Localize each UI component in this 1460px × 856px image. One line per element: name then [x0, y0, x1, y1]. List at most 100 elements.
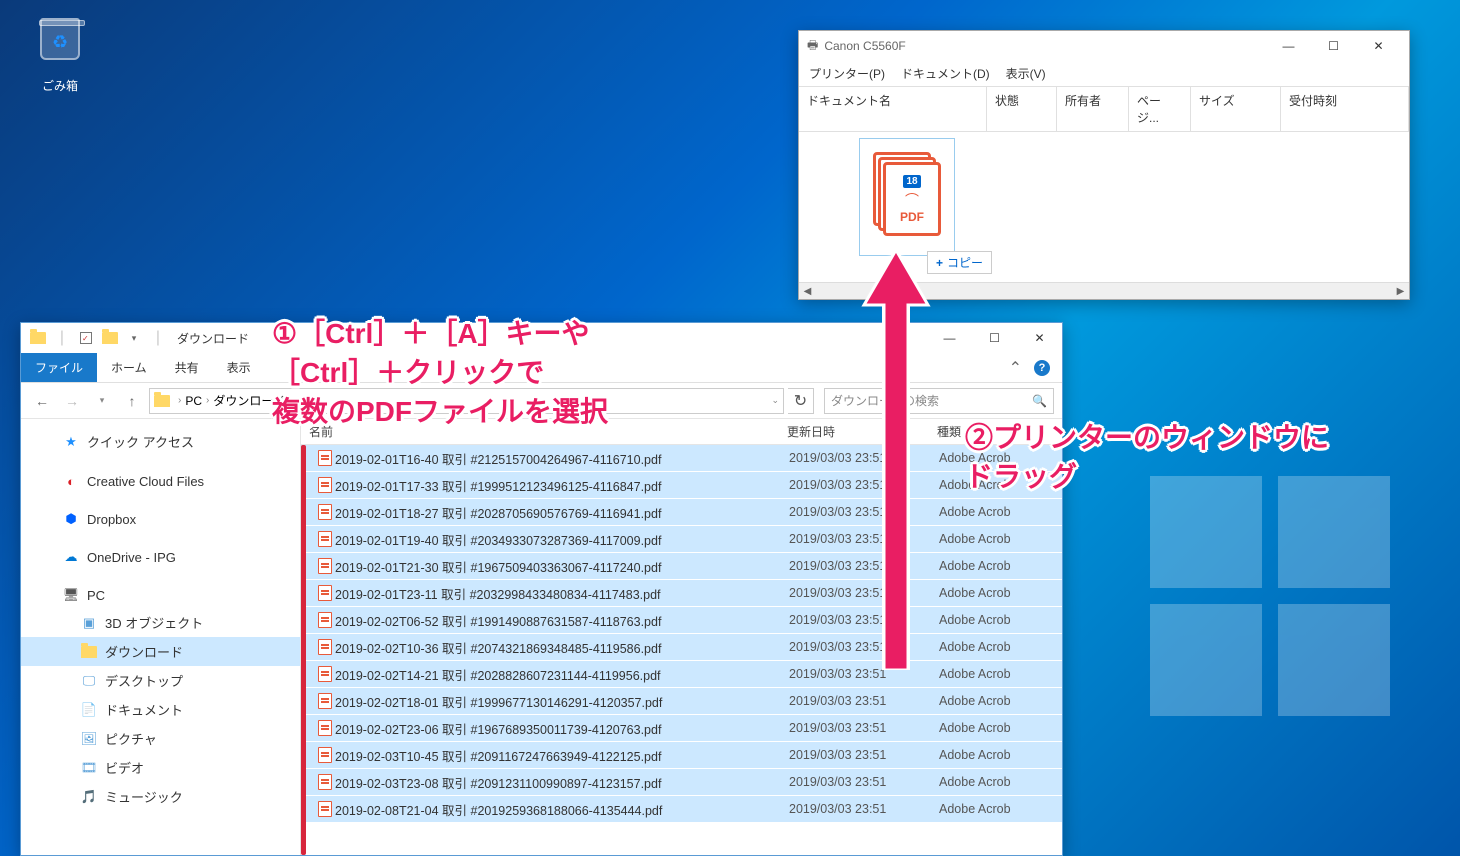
breadcrumb-pc[interactable]: PC	[185, 394, 202, 408]
file-list: 2019-02-01T16-40 取引 #2125157004264967-41…	[301, 445, 1062, 823]
nav-back-button[interactable]: ←	[29, 388, 55, 414]
sidebar-pictures[interactable]: 🖼ピクチャ	[21, 724, 300, 753]
file-row[interactable]: 2019-02-01T21-30 取引 #1967509403363067-41…	[301, 553, 1062, 580]
sidebar-3d-objects[interactable]: ▣3D オブジェクト	[21, 608, 300, 637]
printer-icon: 🖶	[807, 36, 818, 57]
ribbon-collapse-icon[interactable]: ⌃	[1009, 358, 1022, 378]
explorer-maximize-button[interactable]: ☐	[972, 323, 1017, 353]
col-status[interactable]: 状態	[987, 87, 1057, 131]
printer-queue-area[interactable]: 18 ⌒ PDF +コピー	[799, 132, 1409, 282]
ribbon-tab-home[interactable]: ホーム	[97, 353, 161, 382]
sidebar-onedrive[interactable]: ☁OneDrive - IPG	[21, 544, 300, 570]
col-pages[interactable]: ページ...	[1129, 87, 1191, 131]
file-row[interactable]: 2019-02-01T19-40 取引 #2034933073287369-41…	[301, 526, 1062, 553]
menu-document[interactable]: ドキュメント(D)	[901, 65, 990, 82]
file-date: 2019/03/03 23:51	[789, 640, 939, 654]
file-date: 2019/03/03 23:51	[789, 613, 939, 627]
col-header-date[interactable]: 更新日時	[787, 423, 937, 440]
file-row[interactable]: 2019-02-02T18-01 取引 #1999677130146291-41…	[301, 688, 1062, 715]
file-row[interactable]: 2019-02-08T21-04 取引 #2019259368188066-41…	[301, 796, 1062, 823]
file-date: 2019/03/03 23:51	[789, 478, 939, 492]
sidebar-documents[interactable]: 📄ドキュメント	[21, 695, 300, 724]
printer-titlebar[interactable]: 🖶 Canon C5560F — ☐ ✕	[799, 31, 1409, 61]
file-row[interactable]: 2019-02-03T23-08 取引 #2091231100990897-41…	[301, 769, 1062, 796]
maximize-button[interactable]: ☐	[1311, 31, 1356, 61]
sidebar-videos[interactable]: 🎞ビデオ	[21, 753, 300, 782]
col-owner[interactable]: 所有者	[1057, 87, 1129, 131]
qat-folder-icon[interactable]	[27, 327, 49, 349]
qat-newfolder-icon[interactable]	[99, 327, 121, 349]
file-row[interactable]: 2019-02-01T23-11 取引 #2032998433480834-41…	[301, 580, 1062, 607]
file-name: 2019-02-01T18-27 取引 #2028705690576769-41…	[335, 503, 789, 522]
breadcrumb-folder-icon	[154, 395, 170, 407]
pdf-file-icon	[315, 531, 335, 547]
sidebar-pc[interactable]: 🖥PC	[21, 582, 300, 608]
sidebar-creative-cloud[interactable]: ◐Creative Cloud Files	[21, 468, 300, 494]
ribbon-tab-file[interactable]: ファイル	[21, 353, 97, 382]
file-name: 2019-02-02T10-36 取引 #2074321869348485-41…	[335, 638, 789, 657]
file-row[interactable]: 2019-02-02T10-36 取引 #2074321869348485-41…	[301, 634, 1062, 661]
pdf-file-icon	[315, 450, 335, 466]
explorer-close-button[interactable]: ✕	[1017, 323, 1062, 353]
sidebar-desktop[interactable]: 🖵デスクトップ	[21, 666, 300, 695]
ribbon-tab-view[interactable]: 表示	[213, 353, 265, 382]
col-size[interactable]: サイズ	[1191, 87, 1281, 131]
search-icon[interactable]: 🔍	[1032, 394, 1047, 408]
recycle-bin-desktop-icon[interactable]: ♻ ごみ箱	[35, 10, 85, 94]
nav-forward-button[interactable]: →	[59, 388, 85, 414]
onedrive-icon: ☁	[63, 549, 79, 565]
sidebar-quick-access[interactable]: ★クイック アクセス	[21, 427, 300, 456]
nav-recent-dropdown[interactable]: ▾	[89, 388, 115, 414]
file-date: 2019/03/03 23:51	[789, 505, 939, 519]
chevron-right-icon[interactable]: ›	[206, 395, 209, 406]
file-date: 2019/03/03 23:51	[789, 775, 939, 789]
pictures-icon: 🖼	[81, 731, 97, 747]
sidebar-music[interactable]: 🎵ミュージック	[21, 782, 300, 811]
chevron-right-icon[interactable]: ›	[178, 395, 181, 406]
file-name: 2019-02-01T23-11 取引 #2032998433480834-41…	[335, 584, 789, 603]
qat-separator2: |	[147, 327, 169, 349]
windows-logo-backdrop	[1150, 476, 1390, 716]
printer-horizontal-scrollbar[interactable]: ◀ ▶	[799, 282, 1409, 299]
search-input[interactable]: ダウンロードの検索 🔍	[824, 388, 1054, 414]
col-docname[interactable]: ドキュメント名	[799, 87, 987, 131]
pdf-file-icon	[315, 666, 335, 682]
explorer-minimize-button[interactable]: —	[927, 323, 972, 353]
file-name: 2019-02-02T23-06 取引 #1967689350011739-41…	[335, 719, 789, 738]
qat-properties-icon[interactable]: ✓	[75, 327, 97, 349]
file-type: Adobe Acrob	[939, 721, 1062, 735]
file-date: 2019/03/03 23:51	[789, 559, 939, 573]
menu-printer[interactable]: プリンター(P)	[809, 65, 885, 82]
close-button[interactable]: ✕	[1356, 31, 1401, 61]
file-row[interactable]: 2019-02-01T16-40 取引 #2125157004264967-41…	[301, 445, 1062, 472]
breadcrumb-dropdown-icon[interactable]: ⌄	[771, 395, 779, 406]
file-type: Adobe Acrob	[939, 640, 1062, 654]
sidebar-downloads[interactable]: ダウンロード	[21, 637, 300, 666]
sidebar-dropbox[interactable]: ⬢Dropbox	[21, 506, 300, 532]
ribbon-tab-share[interactable]: 共有	[161, 353, 213, 382]
col-received[interactable]: 受付時刻	[1281, 87, 1409, 131]
file-row[interactable]: 2019-02-01T17-33 取引 #1999512123496125-41…	[301, 472, 1062, 499]
ribbon-help-icon[interactable]: ?	[1034, 360, 1050, 376]
pdf-file-icon	[315, 774, 335, 790]
qat-dropdown-icon[interactable]: ▾	[123, 327, 145, 349]
pdf-file-icon	[315, 693, 335, 709]
file-type: Adobe Acrob	[939, 775, 1062, 789]
file-row[interactable]: 2019-02-02T06-52 取引 #1991490887631587-41…	[301, 607, 1062, 634]
file-row[interactable]: 2019-02-01T18-27 取引 #2028705690576769-41…	[301, 499, 1062, 526]
refresh-button[interactable]: ↻	[788, 388, 814, 414]
scroll-left-icon[interactable]: ◀	[799, 283, 816, 299]
annotation-step1: ①［Ctrl］＋［A］キーや ［Ctrl］＋クリックで 複数のPDFファイルを選…	[272, 314, 608, 432]
nav-up-button[interactable]: ↑	[119, 388, 145, 414]
recycle-bin-icon: ♻	[35, 18, 85, 73]
menu-view[interactable]: 表示(V)	[1006, 65, 1046, 82]
minimize-button[interactable]: —	[1266, 31, 1311, 61]
navigation-pane: ★クイック アクセス ◐Creative Cloud Files ⬢Dropbo…	[21, 419, 301, 855]
scroll-right-icon[interactable]: ▶	[1392, 283, 1409, 299]
file-row[interactable]: 2019-02-02T14-21 取引 #2028828607231144-41…	[301, 661, 1062, 688]
file-row[interactable]: 2019-02-03T10-45 取引 #2091167247663949-41…	[301, 742, 1062, 769]
file-row[interactable]: 2019-02-02T23-06 取引 #1967689350011739-41…	[301, 715, 1062, 742]
file-name: 2019-02-08T21-04 取引 #2019259368188066-41…	[335, 800, 789, 819]
file-type: Adobe Acrob	[939, 505, 1062, 519]
pdf-file-icon	[315, 639, 335, 655]
